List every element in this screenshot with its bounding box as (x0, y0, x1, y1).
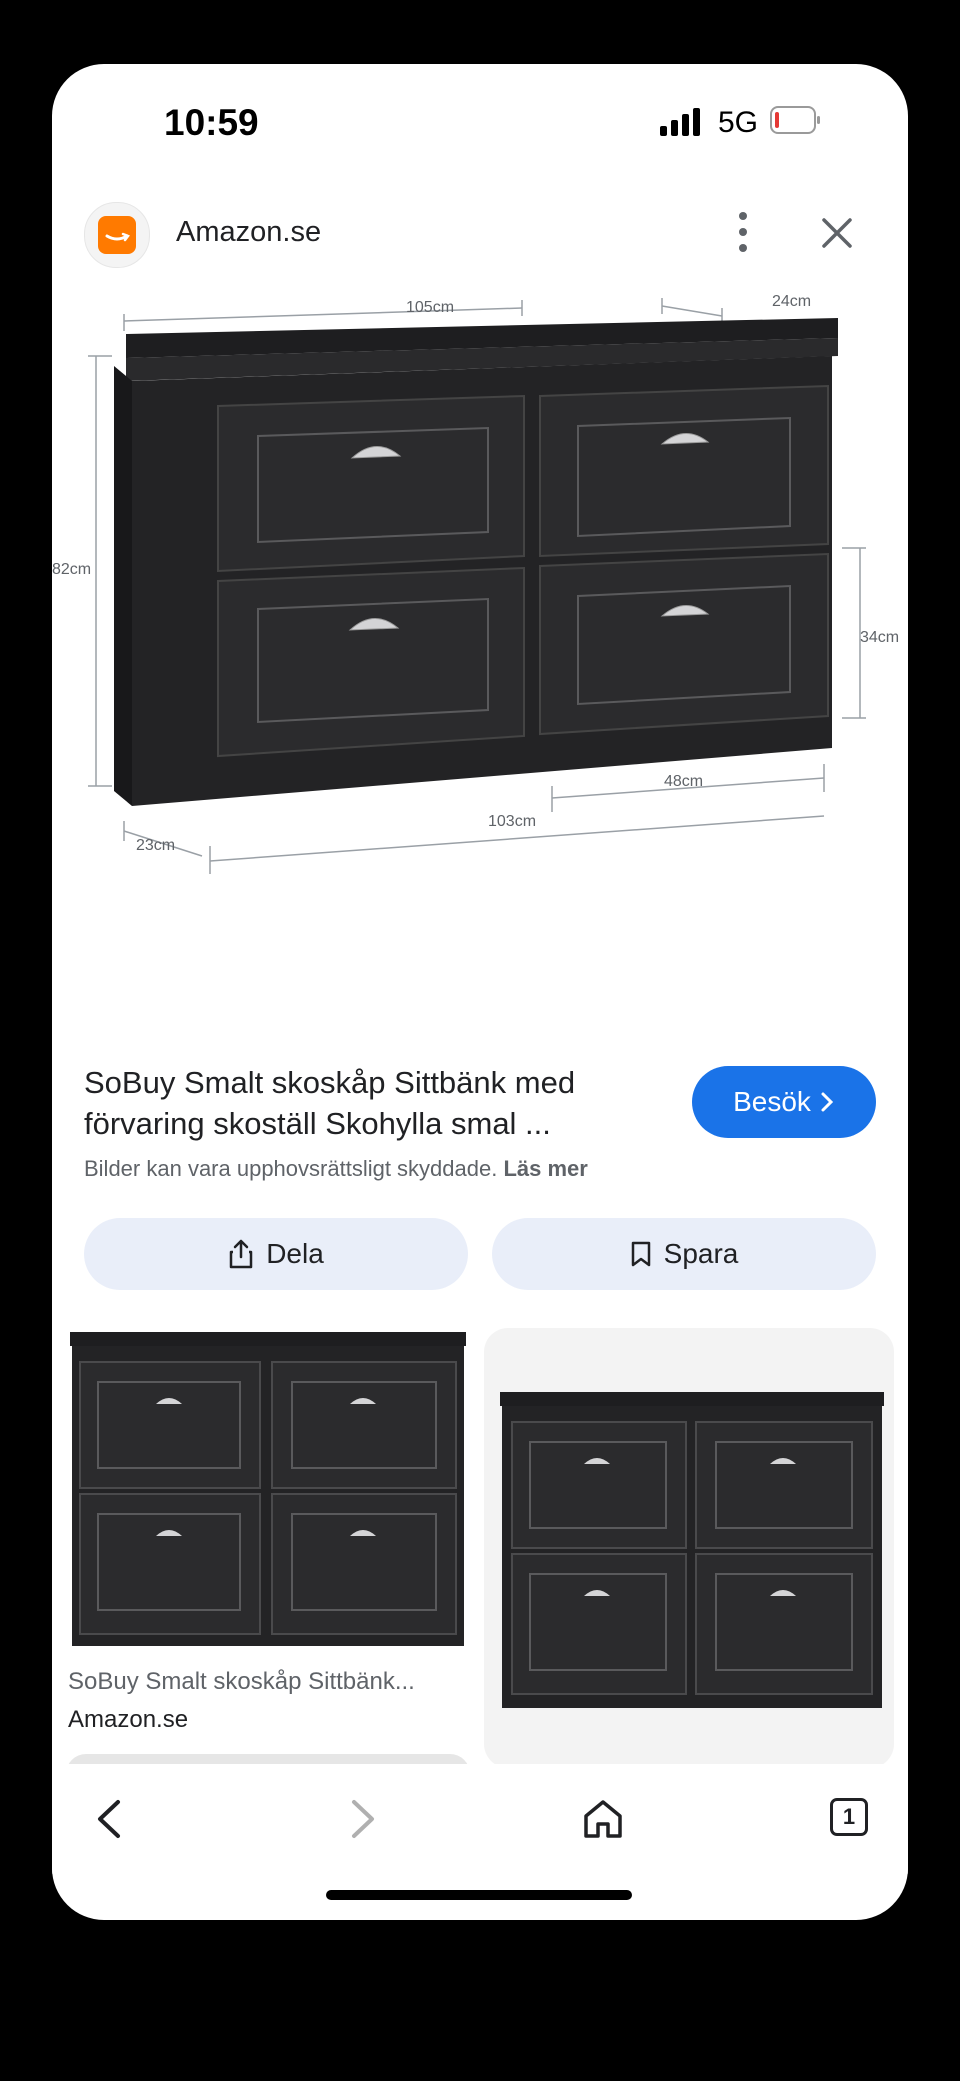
amazon-favicon-icon[interactable] (84, 202, 150, 268)
product-image[interactable]: 105cm 24cm 82cm 34cm 48cm 103cm 23cm (52, 286, 908, 1056)
dim-drawer-width: 48cm (664, 773, 703, 790)
related-image-1[interactable] (66, 1328, 470, 1659)
bookmark-icon (631, 1241, 650, 1267)
visit-button[interactable]: Besök (692, 1066, 876, 1138)
cellular-signal-icon (660, 108, 704, 136)
forward-icon[interactable] (336, 1794, 386, 1844)
network-type: 5G (718, 106, 759, 139)
result-title[interactable]: SoBuy Smalt skoskåp Sittbänk med förvari… (84, 1062, 644, 1144)
status-time: 10:59 (164, 102, 259, 143)
tabs-button[interactable]: 1 (830, 1798, 868, 1836)
more-vert-icon[interactable] (728, 206, 758, 258)
back-icon[interactable] (86, 1794, 136, 1844)
title-line-2: förvaring skoställ Skohylla smal ... (84, 1106, 551, 1141)
dim-height: 82cm (52, 561, 91, 578)
read-more-link[interactable]: Läs mer (503, 1156, 587, 1181)
status-bar: 10:59 5G (52, 64, 908, 184)
dim-depth-top: 24cm (772, 293, 811, 310)
related-title-1[interactable]: SoBuy Smalt skoskåp Sittbänk... (68, 1668, 415, 1696)
dim-width-bottom: 103cm (488, 813, 536, 830)
phone-screen: 10:59 5G Amazon.se 105cm 24cm 82cm 34cm … (52, 64, 908, 1920)
shoe-cabinet-drawing: 105cm 24cm 82cm 34cm 48cm 103cm 23cm (52, 293, 899, 874)
related-source-1: Amazon.se (68, 1706, 189, 1733)
save-button[interactable]: Spara (492, 1218, 876, 1290)
related-image-2[interactable] (484, 1328, 894, 1768)
dim-drawer-height: 34cm (860, 629, 899, 646)
share-button[interactable]: Dela (84, 1218, 468, 1290)
result-header: Amazon.se (52, 194, 908, 294)
dim-width-top: 105cm (406, 299, 454, 316)
home-indicator[interactable] (326, 1890, 632, 1900)
notice-text: Bilder kan vara upphovsrättsligt skyddad… (84, 1156, 498, 1181)
title-line-1: SoBuy Smalt skoskåp Sittbänk med (84, 1065, 576, 1100)
related-cabinet-image-2 (500, 1392, 884, 1708)
chevron-right-icon (821, 1092, 834, 1112)
close-icon[interactable] (812, 208, 862, 258)
browser-navbar: 1 (52, 1764, 908, 1874)
related-cabinet-image-1 (66, 1328, 470, 1654)
dim-depth-bottom: 23cm (136, 837, 175, 854)
share-label: Dela (266, 1238, 324, 1269)
save-label: Spara (663, 1238, 739, 1269)
share-icon (229, 1239, 253, 1269)
copyright-notice: Bilder kan vara upphovsrättsligt skyddad… (84, 1156, 588, 1182)
tabs-count: 1 (842, 1804, 856, 1829)
visit-label: Besök (733, 1086, 811, 1117)
home-icon[interactable] (578, 1794, 628, 1844)
source-site[interactable]: Amazon.se (176, 216, 321, 249)
battery-icon (770, 106, 820, 134)
